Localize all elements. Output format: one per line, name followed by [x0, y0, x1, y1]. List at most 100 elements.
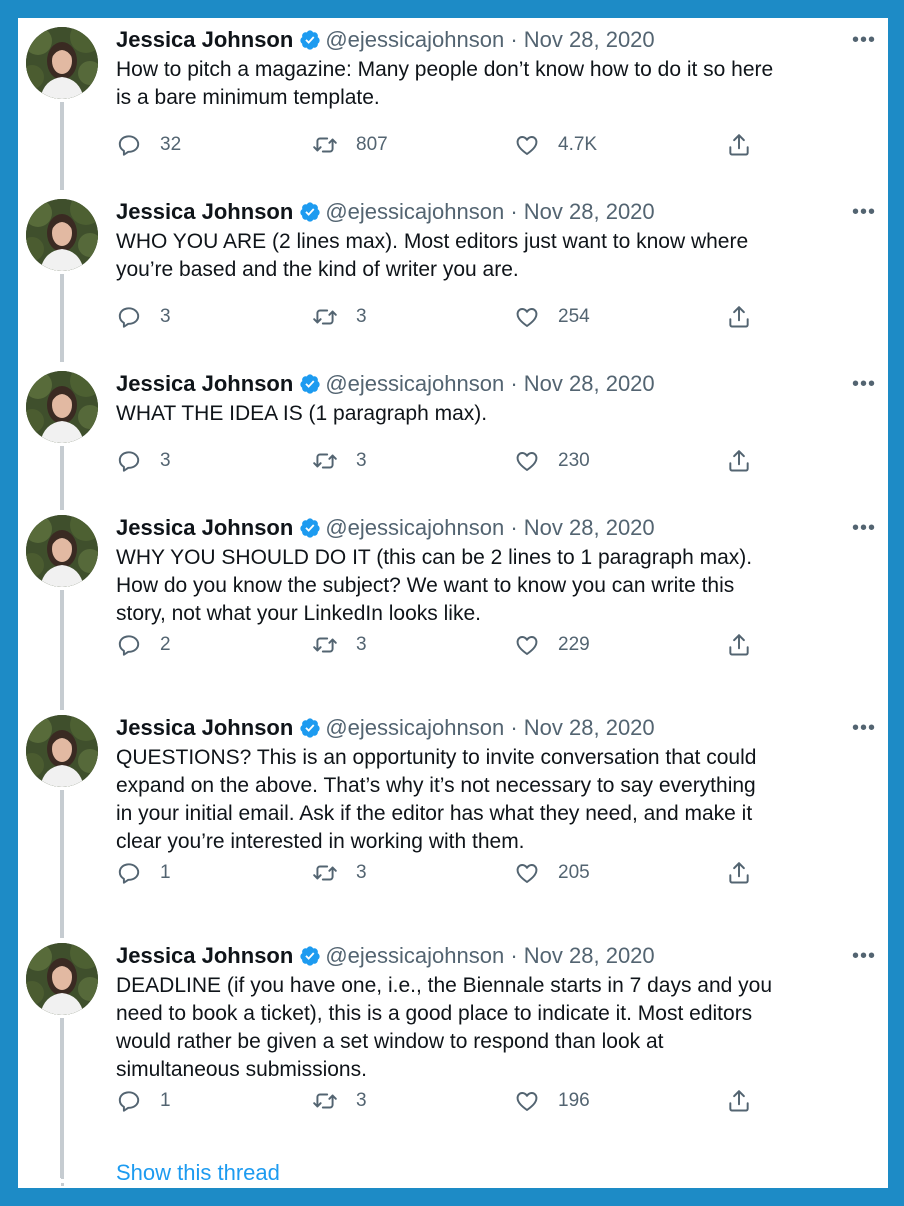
retweet-button[interactable]: 3	[312, 446, 367, 476]
like-button[interactable]: 196	[514, 1086, 590, 1116]
tweet-date[interactable]: Nov 28, 2020	[524, 515, 655, 540]
separator: ·	[510, 199, 518, 224]
tweet-date[interactable]: Nov 28, 2020	[524, 715, 655, 740]
author-name[interactable]: Jessica Johnson	[116, 371, 293, 396]
reply-icon	[118, 635, 140, 656]
author-handle[interactable]: @ejessicajohnson	[325, 943, 504, 968]
retweet-button[interactable]: 807	[312, 130, 388, 160]
reply-button[interactable]: 2	[116, 630, 171, 660]
retweet-icon	[313, 637, 337, 653]
more-icon[interactable]: •••	[848, 514, 876, 542]
like-button[interactable]: 4.7K	[514, 130, 597, 160]
reply-count: 32	[160, 134, 182, 155]
verified-badge-icon	[299, 201, 321, 230]
retweet-count: 3	[356, 306, 367, 327]
like-button[interactable]: 230	[514, 446, 590, 476]
more-icon[interactable]: •••	[848, 714, 876, 742]
share-button[interactable]	[726, 302, 752, 332]
verified-badge-icon	[299, 945, 321, 974]
reply-button[interactable]: 32	[116, 130, 181, 160]
avatar[interactable]	[26, 371, 98, 443]
show-thread-link[interactable]: Show this thread	[116, 1159, 280, 1187]
avatar-image	[26, 199, 98, 271]
reply-button[interactable]: 3	[116, 302, 171, 332]
author-name[interactable]: Jessica Johnson	[116, 199, 293, 224]
reply-button[interactable]: 1	[116, 858, 171, 888]
author-name[interactable]: Jessica Johnson	[116, 27, 293, 52]
avatar[interactable]	[26, 27, 98, 99]
tweet-6[interactable]: Jessica Johnson @ejessicajohnson · Nov 28…	[18, 938, 888, 1178]
thread-card: Jessica Johnson @ejessicajohnson · Nov 28…	[18, 18, 888, 1188]
share-button[interactable]	[726, 1086, 752, 1116]
share-button[interactable]	[726, 446, 752, 476]
share-button[interactable]	[726, 630, 752, 660]
separator: ·	[510, 943, 518, 968]
tweet-date[interactable]: Nov 28, 2020	[524, 943, 655, 968]
retweet-button[interactable]: 3	[312, 1086, 367, 1116]
author-name[interactable]: Jessica Johnson	[116, 715, 293, 740]
author-handle[interactable]: @ejessicajohnson	[325, 27, 504, 52]
tweet-date[interactable]: Nov 28, 2020	[524, 199, 655, 224]
avatar-image	[26, 715, 98, 787]
tweet-4[interactable]: Jessica Johnson @ejessicajohnson · Nov 28…	[18, 510, 888, 710]
tweet-header: Jessica Johnson @ejessicajohnson · Nov 28…	[116, 942, 876, 970]
avatar[interactable]	[26, 715, 98, 787]
retweet-button[interactable]: 3	[312, 630, 367, 660]
like-button[interactable]: 205	[514, 858, 590, 888]
author-name[interactable]: Jessica Johnson	[116, 943, 293, 968]
author-name[interactable]: Jessica Johnson	[116, 515, 293, 540]
verified-badge-icon	[299, 517, 321, 546]
tweet-1[interactable]: Jessica Johnson @ejessicajohnson · Nov 28…	[18, 22, 888, 190]
like-button[interactable]: 229	[514, 630, 590, 660]
tweet-date[interactable]: Nov 28, 2020	[524, 27, 655, 52]
more-icon[interactable]: •••	[848, 942, 876, 970]
more-icon[interactable]: •••	[848, 198, 876, 226]
thread-line	[60, 790, 64, 938]
avatar-image	[26, 371, 98, 443]
tweet-header: Jessica Johnson @ejessicajohnson · Nov 28…	[116, 370, 876, 398]
tweet-actions: 3 3 254	[116, 302, 776, 332]
avatar[interactable]	[26, 943, 98, 1015]
reply-count: 2	[160, 634, 171, 655]
share-button[interactable]	[726, 858, 752, 888]
like-icon	[516, 864, 538, 883]
share-icon	[729, 450, 749, 472]
tweet-5[interactable]: Jessica Johnson @ejessicajohnson · Nov 28…	[18, 710, 888, 938]
tweet-3[interactable]: Jessica Johnson @ejessicajohnson · Nov 28…	[18, 366, 888, 510]
share-icon	[729, 1090, 749, 1112]
tweet-text: DEADLINE (if you have one, i.e., the Bie…	[116, 974, 773, 1081]
share-button[interactable]	[726, 130, 752, 160]
author-handle[interactable]: @ejessicajohnson	[325, 199, 504, 224]
reply-button[interactable]: 3	[116, 446, 171, 476]
retweet-count: 807	[356, 134, 388, 155]
author-handle[interactable]: @ejessicajohnson	[325, 371, 504, 396]
tweet-text: WHO YOU ARE (2 lines max). Most editors …	[116, 230, 749, 281]
tweet-actions: 1 3 196	[116, 1086, 776, 1116]
author-handle[interactable]: @ejessicajohnson	[325, 715, 504, 740]
tweet-header: Jessica Johnson @ejessicajohnson · Nov 28…	[116, 714, 876, 742]
retweet-button[interactable]: 3	[312, 302, 367, 332]
tweet-text: How to pitch a magazine: Many people don…	[116, 58, 774, 109]
tweet-date[interactable]: Nov 28, 2020	[524, 371, 655, 396]
reply-button[interactable]: 1	[116, 1086, 171, 1116]
author-handle[interactable]: @ejessicajohnson	[325, 515, 504, 540]
retweet-icon	[313, 1093, 337, 1109]
avatar[interactable]	[26, 515, 98, 587]
thread-line	[60, 102, 64, 190]
like-count: 4.7K	[558, 134, 598, 155]
tweet-2[interactable]: Jessica Johnson @ejessicajohnson · Nov 28…	[18, 194, 888, 362]
retweet-icon	[313, 453, 337, 469]
avatar[interactable]	[26, 199, 98, 271]
tweet-header: Jessica Johnson @ejessicajohnson · Nov 28…	[116, 26, 876, 54]
separator: ·	[510, 27, 518, 52]
more-icon[interactable]: •••	[848, 370, 876, 398]
reply-icon	[118, 863, 140, 884]
like-icon	[516, 136, 538, 155]
like-button[interactable]: 254	[514, 302, 590, 332]
tweet-text: QUESTIONS? This is an opportunity to inv…	[116, 746, 757, 853]
tweet-header: Jessica Johnson @ejessicajohnson · Nov 28…	[116, 198, 876, 226]
retweet-count: 3	[356, 450, 367, 471]
tweet-actions: 32 807 4.7K	[116, 130, 776, 160]
more-icon[interactable]: •••	[848, 26, 876, 54]
retweet-button[interactable]: 3	[312, 858, 367, 888]
